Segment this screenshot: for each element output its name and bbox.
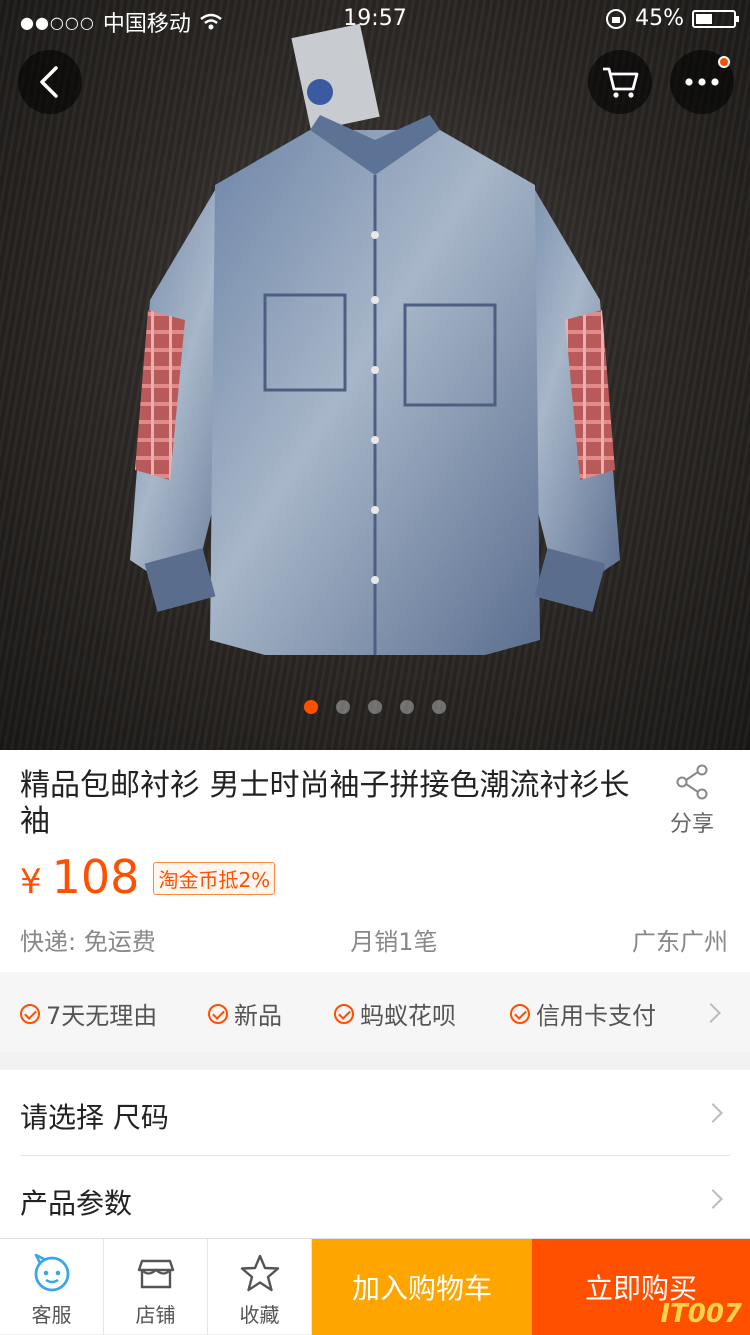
service-item: 7天无理由	[20, 996, 157, 1031]
notification-dot	[718, 56, 730, 68]
select-size-label: 请选择 尺码	[20, 1101, 169, 1134]
service-label: 蚂蚁花呗	[360, 1002, 456, 1030]
customer-service-label: 客服	[31, 1303, 72, 1327]
product-price: 108	[51, 850, 140, 904]
battery-icon	[692, 9, 739, 28]
options-panel: 请选择 尺码 产品参数	[0, 1070, 750, 1238]
buy-now-button[interactable]: 立即购买 IT007	[532, 1239, 750, 1335]
currency-symbol: ¥	[20, 862, 42, 902]
monthly-sales: 月销1笔	[350, 928, 438, 956]
product-photo-shirt	[130, 23, 620, 655]
service-label: 新品	[234, 1002, 282, 1030]
pager-dot[interactable]	[400, 700, 414, 714]
share-icon	[676, 764, 708, 800]
check-circle-icon	[208, 1003, 228, 1024]
chevron-left-icon	[40, 66, 58, 98]
add-to-cart-button[interactable]: 加入购物车	[312, 1239, 532, 1335]
shop-tab[interactable]: 店铺	[104, 1239, 208, 1335]
shipping-info: 快递: 免运费	[20, 928, 156, 956]
watermark-logo: IT007	[660, 1299, 742, 1329]
chevron-right-icon	[701, 1003, 721, 1023]
favorite-tab[interactable]: 收藏	[208, 1239, 312, 1335]
service-item: 新品	[208, 996, 282, 1031]
product-params-row[interactable]: 产品参数	[0, 1156, 750, 1240]
shop-label: 店铺	[135, 1303, 176, 1327]
customer-service-tab[interactable]: 客服	[0, 1239, 104, 1335]
chevron-right-icon	[703, 1103, 723, 1123]
share-button[interactable]: 分享	[660, 764, 724, 838]
status-bar: ●●○○○ 中国移动 19:57 45%	[0, 0, 750, 40]
check-circle-icon	[334, 1003, 354, 1024]
more-button[interactable]	[670, 50, 734, 114]
pager-dot[interactable]	[336, 700, 350, 714]
price-row: ¥ 108 淘金币抵2%	[20, 850, 276, 904]
gallery-pager[interactable]	[0, 700, 750, 714]
pager-dot[interactable]	[368, 700, 382, 714]
check-circle-icon	[510, 1003, 530, 1024]
star-icon	[240, 1254, 279, 1292]
cart-button[interactable]	[588, 50, 652, 114]
service-label: 信用卡支付	[536, 1002, 656, 1030]
more-dots-icon	[685, 78, 719, 86]
meta-row: 快递: 免运费 月销1笔 广东广州	[20, 922, 728, 957]
share-label: 分享	[669, 812, 714, 837]
battery-fill	[696, 13, 713, 24]
cart-icon	[603, 67, 639, 98]
chevron-right-icon	[703, 1189, 723, 1209]
pager-dot[interactable]	[304, 700, 318, 714]
battery-percent: 45%	[635, 6, 684, 31]
select-size-row[interactable]: 请选择 尺码	[0, 1070, 750, 1154]
row-divider	[20, 1155, 730, 1156]
seller-location: 广东广州	[632, 928, 728, 956]
product-title: 精品包邮衬衫 男士时尚袖子拼接色潮流衬衫长袖	[20, 768, 630, 839]
product-params-label: 产品参数	[20, 1187, 133, 1220]
back-button[interactable]	[18, 50, 82, 114]
rotation-lock-icon	[606, 8, 627, 29]
pager-dot[interactable]	[432, 700, 446, 714]
bottom-action-bar: 客服 店铺 收藏 加入购物车 立即购买 IT007	[0, 1238, 750, 1335]
shop-icon	[137, 1259, 174, 1289]
check-circle-icon	[20, 1003, 40, 1024]
product-info: 精品包邮衬衫 男士时尚袖子拼接色潮流衬衫长袖 分享 ¥ 108 淘金币抵2% 快…	[0, 750, 750, 972]
coin-discount-badge: 淘金币抵2%	[153, 862, 276, 895]
service-label: 7天无理由	[46, 1002, 158, 1030]
service-item: 信用卡支付	[510, 996, 656, 1031]
chat-face-icon	[34, 1253, 69, 1292]
favorite-label: 收藏	[239, 1303, 280, 1327]
service-guarantees[interactable]: 7天无理由 新品 蚂蚁花呗 信用卡支付	[0, 972, 750, 1052]
product-image-gallery[interactable]: ●●○○○ 中国移动 19:57 45%	[0, 0, 750, 750]
service-item: 蚂蚁花呗	[334, 996, 456, 1031]
